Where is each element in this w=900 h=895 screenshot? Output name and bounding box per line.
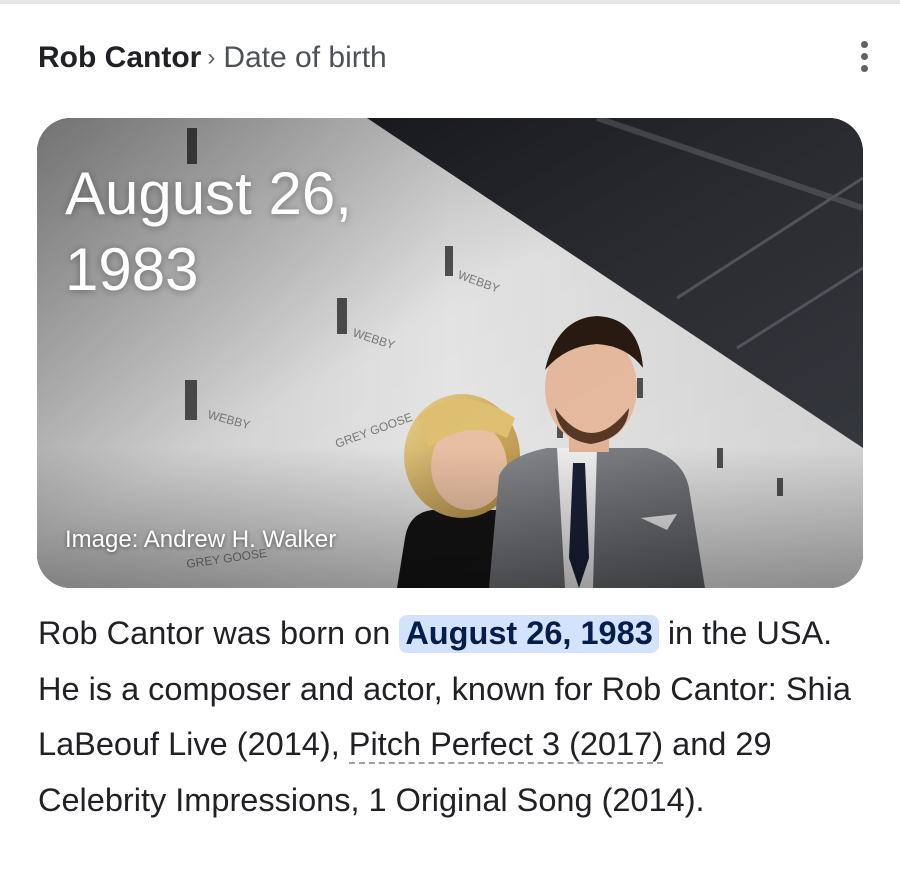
top-divider <box>0 0 900 4</box>
hero-image[interactable]: WEBBY WEBBY WEBBY GREY GOOSE GREY GOOSE … <box>37 118 863 588</box>
film-link-pitch-perfect-3[interactable]: Pitch Perfect 3 (2017) <box>348 726 664 764</box>
breadcrumb: Rob Cantor › Date of birth <box>38 38 387 80</box>
image-credit: Image: Andrew H. Walker <box>65 526 337 553</box>
breadcrumb-entity[interactable]: Rob Cantor <box>38 41 201 74</box>
menu-dot <box>860 64 868 72</box>
hero-date: August 26, 1983 <box>65 160 352 303</box>
more-vert-icon[interactable] <box>846 34 882 78</box>
chevron-right-icon: › <box>207 44 216 71</box>
menu-dot <box>860 40 868 48</box>
description-intro: Rob Cantor was born on <box>38 615 391 651</box>
menu-dot <box>860 52 868 60</box>
breadcrumb-attribute: Date of birth <box>223 41 387 74</box>
date-highlight: August 26, 1983 <box>399 615 659 653</box>
description: Rob Cantor was born on August 26, 1983 i… <box>38 606 868 828</box>
